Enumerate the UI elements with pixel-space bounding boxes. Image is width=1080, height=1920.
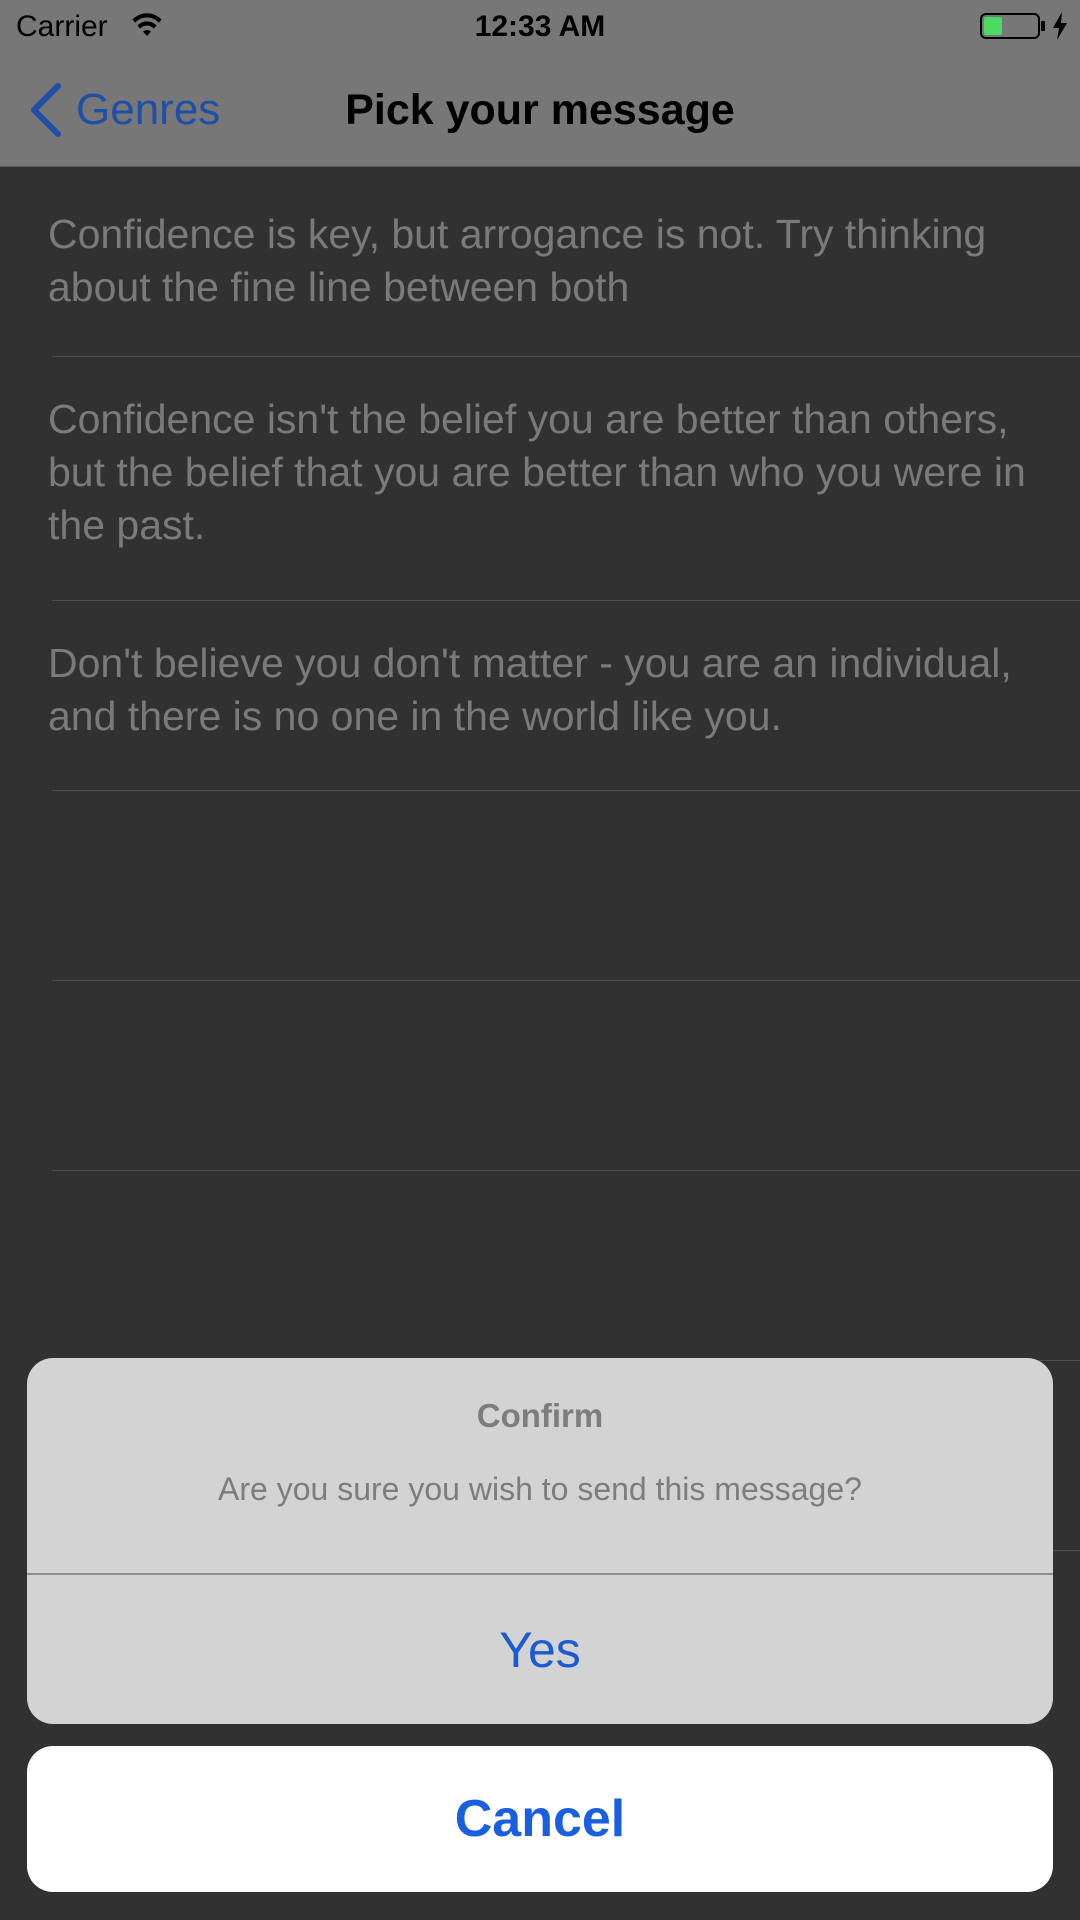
action-sheet-title: Confirm	[476, 1397, 604, 1434]
status-bar: Carrier 12:33 AM	[0, 0, 1080, 54]
empty-row[interactable]	[0, 981, 1080, 1171]
navigation-bar: Genres Pick your message	[0, 54, 1080, 167]
empty-row[interactable]	[0, 1171, 1080, 1361]
charging-bolt-icon	[1053, 12, 1067, 40]
message-text: Confidence isn't the belief you are bett…	[48, 396, 1026, 548]
message-text: Don't believe you don't matter - you are…	[48, 640, 1012, 739]
empty-row[interactable]	[0, 791, 1080, 981]
battery-icon	[980, 13, 1045, 39]
yes-button[interactable]: Yes	[27, 1575, 1053, 1724]
cancel-button[interactable]: Cancel	[27, 1746, 1053, 1892]
message-text: Confidence is key, but arrogance is not.…	[48, 211, 987, 310]
page-title: Pick your message	[345, 86, 735, 134]
action-sheet: Confirm Are you sure you wish to send th…	[27, 1358, 1053, 1724]
message-row[interactable]: Confidence isn't the belief you are bett…	[0, 357, 1080, 601]
message-list: Confidence is key, but arrogance is not.…	[0, 167, 1080, 1551]
screen: Carrier 12:33 AM Genres Pick your messag…	[0, 0, 1080, 1920]
message-row[interactable]: Don't believe you don't matter - you are…	[0, 601, 1080, 791]
status-time: 12:33 AM	[474, 10, 606, 43]
action-sheet-message: Are you sure you wish to send this messa…	[218, 1471, 862, 1507]
message-row[interactable]: Confidence is key, but arrogance is not.…	[0, 167, 1080, 357]
